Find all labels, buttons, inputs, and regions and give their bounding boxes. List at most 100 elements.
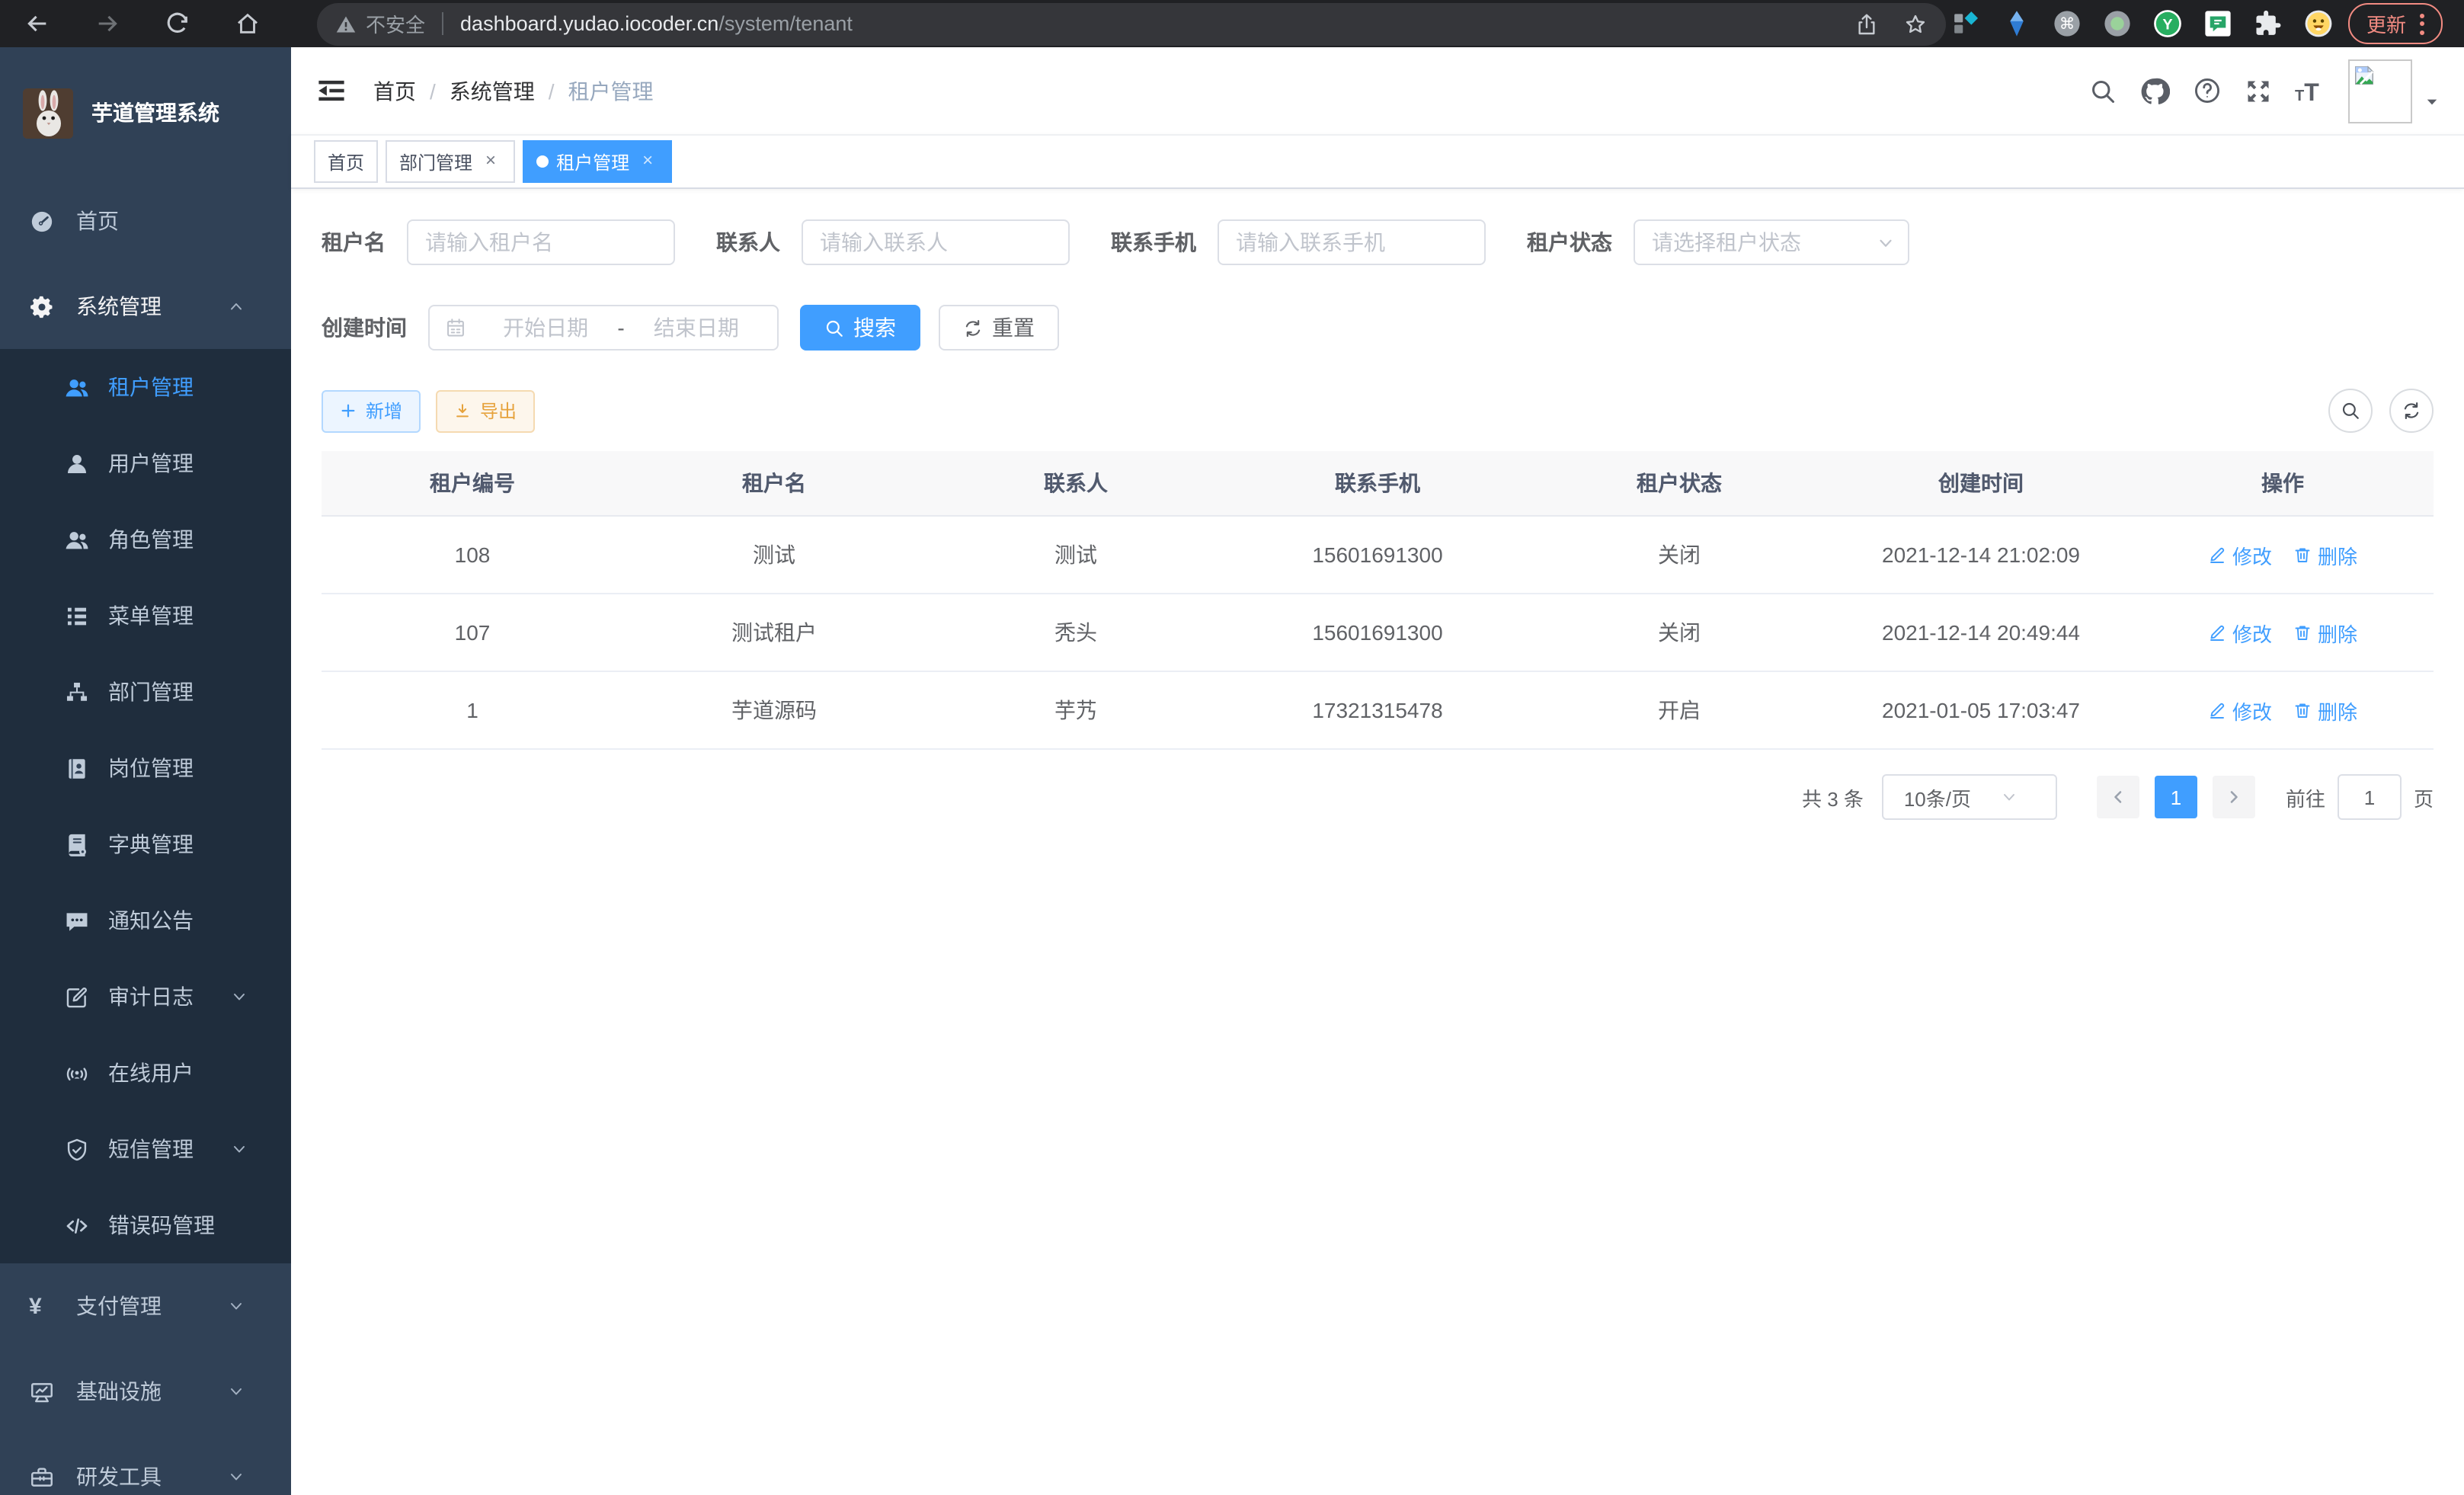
breadcrumb-item-系统管理[interactable]: 系统管理 [450,75,535,106]
sidebar-item-岗位管理[interactable]: 岗位管理 [0,730,291,806]
command-circle-extension-icon[interactable]: ⌘ [2053,9,2082,38]
sidebar-item-错误码管理[interactable]: 错误码管理 [0,1187,291,1263]
filter-input-联系手机[interactable] [1218,219,1486,265]
chat-square-extension-icon[interactable] [2203,9,2232,38]
tab-label: 租户管理 [556,149,629,174]
delete-link[interactable]: 删除 [2293,540,2357,569]
breadcrumb-item-首页[interactable]: 首页 [373,75,416,106]
tab-label: 首页 [328,149,364,174]
page-size-select[interactable]: 10条/页 [1882,774,2057,820]
browser-reload-icon[interactable] [155,2,198,45]
chrome-update-button[interactable]: 更新 [2348,3,2443,44]
breadcrumb-separator: / [430,78,436,103]
refresh-table-button[interactable] [2389,389,2434,433]
delete-label: 删除 [2318,618,2357,647]
table-row: 108测试测试15601691300关闭2021-12-14 21:02:09修… [322,516,2434,594]
security-warning-label[interactable]: 不安全 [366,9,425,38]
filter-select-租户状态[interactable]: 请选择租户状态 [1634,219,1909,265]
font-size-icon[interactable]: TT [2295,77,2322,104]
toolbox-icon [29,1464,55,1490]
filter-input-租户名[interactable] [407,219,675,265]
edit-link[interactable]: 修改 [2208,540,2272,569]
toggle-search-button[interactable] [2328,389,2373,433]
cell-name: 测试 [623,516,925,594]
sidebar-item-短信管理[interactable]: 短信管理 [0,1111,291,1187]
sidebar-item-首页[interactable]: 首页 [0,178,291,264]
prev-page-button[interactable] [2097,776,2139,818]
cell-actions: 修改删除 [2132,516,2434,594]
browser-home-icon[interactable] [226,2,268,45]
date-range-picker[interactable]: 开始日期 - 结束日期 [428,305,779,351]
browser-back-icon[interactable] [15,2,58,45]
total-count: 共 3 条 [1802,783,1864,812]
sidebar-menu: 首页系统管理租户管理用户管理角色管理菜单管理部门管理岗位管理字典管理通知公告审计… [0,178,291,1495]
sidebar-item-label: 首页 [76,206,119,236]
page-number-1[interactable]: 1 [2155,776,2197,818]
address-bar[interactable]: 不安全 dashboard.yudao.iocoder.cn /system/t… [317,2,1946,45]
edit-link[interactable]: 修改 [2208,618,2272,647]
yen-icon: ¥ [29,1293,55,1319]
logo-image [23,88,73,138]
emoji-face-extension-icon[interactable] [2304,9,2333,38]
fullscreen-icon[interactable] [2245,77,2272,104]
broken-image-icon [2353,63,2376,86]
sidebar-item-审计日志[interactable]: 审计日志 [0,959,291,1035]
chrome-menu-icon[interactable] [2420,13,2424,34]
extensions-row: ⌘Y [1952,9,2333,38]
sidebar-item-部门管理[interactable]: 部门管理 [0,654,291,730]
date-range-separator: - [617,315,624,340]
users-icon [64,374,90,400]
sidebar-item-基础设施[interactable]: 基础设施 [0,1349,291,1434]
app-logo[interactable]: 芋道管理系统 [0,47,291,178]
refresh-icon [963,318,983,338]
sidebar-item-系统管理[interactable]: 系统管理 [0,264,291,349]
search-button[interactable]: 搜索 [800,305,920,351]
tab-租户管理[interactable]: 租户管理 × [523,140,672,183]
edit-label: 修改 [2232,618,2272,647]
sidebar-item-研发工具[interactable]: 研发工具 [0,1434,291,1495]
puzzle-extension-icon[interactable] [2254,9,2283,38]
export-button[interactable]: 导出 [436,389,535,432]
header-search-icon[interactable] [2089,77,2117,104]
goto-page-input[interactable] [2338,774,2402,820]
y-circle-extension-icon[interactable]: Y [2153,9,2182,38]
browser-forward-icon[interactable] [85,2,128,45]
help-icon[interactable] [2193,76,2222,105]
reset-button[interactable]: 重置 [939,305,1059,351]
delete-link[interactable]: 删除 [2293,696,2357,725]
filter-label-联系人: 联系人 [716,227,780,258]
tab-首页[interactable]: 首页 [314,140,378,183]
tab-close-icon[interactable]: × [480,151,501,172]
chevron-down-icon [227,1297,245,1315]
edit-link[interactable]: 修改 [2208,696,2272,725]
next-page-button[interactable] [2213,776,2255,818]
kite-extension-icon[interactable] [2002,9,2031,38]
avatar-caret-icon[interactable] [2424,94,2440,109]
cell-contact: 芋艿 [925,671,1227,749]
tab-部门管理[interactable]: 部门管理× [386,140,515,183]
sidebar-item-字典管理[interactable]: 字典管理 [0,806,291,882]
share-icon[interactable] [1854,11,1879,36]
sidebar-item-角色管理[interactable]: 角色管理 [0,501,291,578]
tiles-badge-extension-icon[interactable] [1952,9,1981,38]
table-row: 1芋道源码芋艿17321315478开启2021-01-05 17:03:47修… [322,671,2434,749]
filter-input-联系人[interactable] [802,219,1070,265]
add-button[interactable]: 新增 [322,389,421,432]
github-icon[interactable] [2139,75,2170,106]
id-card-icon [64,755,90,781]
sidebar-item-在线用户[interactable]: 在线用户 [0,1035,291,1111]
sidebar-item-通知公告[interactable]: 通知公告 [0,882,291,959]
sidebar-item-租户管理[interactable]: 租户管理 [0,349,291,425]
sidebar-item-用户管理[interactable]: 用户管理 [0,425,291,501]
sidebar-item-支付管理[interactable]: ¥支付管理 [0,1263,291,1349]
sidebar-item-菜单管理[interactable]: 菜单管理 [0,578,291,654]
avatar[interactable] [2348,59,2412,123]
delete-link[interactable]: 删除 [2293,618,2357,647]
tab-close-icon[interactable]: × [637,151,658,172]
url-host: dashboard.yudao.iocoder.cn [460,12,718,35]
sidebar-item-label: 菜单管理 [108,600,194,631]
record-circle-extension-icon[interactable] [2103,9,2132,38]
chevron-up-icon [227,297,245,315]
sidebar-collapse-icon[interactable] [315,75,347,107]
bookmark-star-icon[interactable] [1903,11,1928,36]
